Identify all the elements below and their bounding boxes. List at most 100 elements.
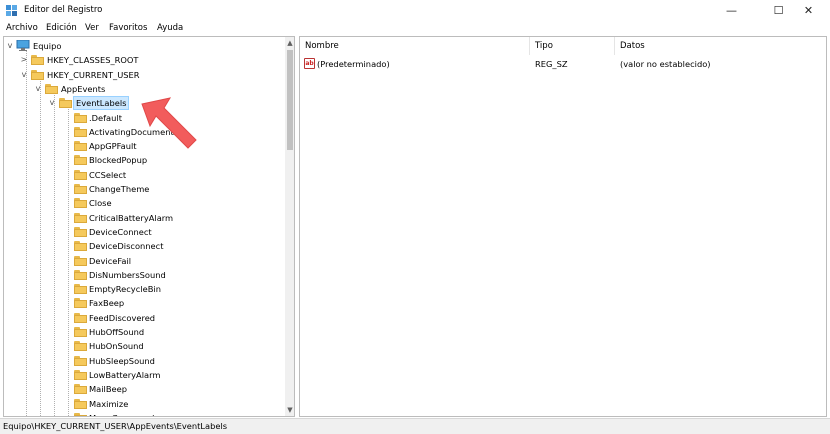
title-bar: Editor del Registro — ☐ ✕ [0, 0, 830, 22]
folder-icon [74, 184, 87, 194]
tree-label: ChangeTheme [89, 184, 150, 194]
tree-item-child[interactable]: FaxBeep [4, 296, 274, 310]
menu-ayuda[interactable]: Ayuda [157, 23, 183, 33]
tree-label: AppEvents [61, 83, 106, 94]
tree-item-child[interactable]: CCSelect [4, 168, 274, 182]
tree-label: .Default [89, 112, 122, 123]
tree-label: LowBatteryAlarm [89, 369, 161, 380]
folder-icon [74, 198, 87, 209]
tree-item-hkcu[interactable]: v HKEY_CURRENT_USER [4, 68, 274, 82]
folder-icon [74, 126, 87, 137]
folder-icon [74, 355, 87, 366]
tree-item-child[interactable]: DeviceDisconnect [4, 239, 274, 253]
tree-item-child[interactable]: DeviceConnect [4, 225, 274, 239]
tree-item-child[interactable]: HubOffSound [4, 325, 274, 339]
value-type: REG_SZ [535, 59, 568, 69]
tree-item-child[interactable]: AppGPFault [4, 139, 274, 153]
folder-icon [74, 284, 87, 295]
folder-icon [31, 69, 44, 80]
chevron-right-icon[interactable]: > [20, 53, 28, 67]
folder-icon [59, 98, 72, 109]
tree-item-child[interactable]: EmptyRecycleBin [4, 282, 274, 296]
tree-item-appevents[interactable]: v AppEvents [4, 82, 274, 96]
tree-item-child[interactable]: .Default [4, 111, 274, 125]
folder-icon [74, 398, 87, 409]
tree-item-hkcr[interactable]: > HKEY_CLASSES_ROOT [4, 53, 274, 67]
list-item[interactable]: ab (Predeterminado) REG_SZ (valor no est… [300, 57, 826, 71]
menu-archivo[interactable]: Archivo [6, 23, 38, 33]
tree-label: Maximize [89, 398, 129, 409]
tree-item-eventlabels[interactable]: v EventLabels [4, 96, 274, 111]
tree-label: EmptyRecycleBin [89, 284, 161, 295]
tree-item-child[interactable]: Maximize [4, 397, 274, 411]
tree-label: DeviceFail [89, 255, 132, 266]
tree-label: Close [89, 198, 112, 209]
menu-favoritos[interactable]: Favoritos [109, 23, 147, 33]
chevron-down-icon[interactable]: v [20, 68, 28, 82]
tree-item-child[interactable]: CriticalBatteryAlarm [4, 211, 274, 225]
folder-icon [74, 212, 87, 223]
tree-scrollbar[interactable]: ▲ ▼ [285, 37, 294, 416]
tree-item-child[interactable]: MailBeep [4, 382, 274, 396]
tree-item-child[interactable]: BlockedPopup [4, 153, 274, 167]
scroll-thumb[interactable] [287, 50, 293, 150]
column-header-tipo[interactable]: Tipo [530, 37, 615, 55]
tree-label: FaxBeep [89, 298, 125, 309]
folder-icon [74, 384, 87, 395]
close-button[interactable]: ✕ [787, 0, 830, 22]
tree-label: HKEY_CLASSES_ROOT [47, 55, 139, 66]
tree-item-child[interactable]: Close [4, 196, 274, 210]
tree-label: MailBeep [89, 384, 128, 395]
chevron-down-icon[interactable]: v [48, 96, 56, 110]
folder-icon [74, 327, 87, 337]
registry-tree[interactable]: v Equipo > HKEY_CLASSES_ROOT v HKEY_CURR… [3, 36, 295, 417]
scroll-down-icon[interactable]: ▼ [285, 404, 294, 416]
window-title: Editor del Registro [24, 5, 103, 15]
values-list[interactable]: Nombre Tipo Datos ab (Predeterminado) RE… [299, 36, 827, 417]
tree-label: MenuCommand [89, 411, 154, 416]
tree-item-child[interactable]: MenuCommand [4, 411, 274, 416]
chevron-down-icon[interactable]: v [34, 82, 42, 96]
chevron-down-icon[interactable]: v [6, 39, 14, 53]
tree-item-child[interactable]: ChangeTheme [4, 182, 274, 196]
folder-icon [74, 369, 87, 380]
scroll-up-icon[interactable]: ▲ [285, 37, 294, 49]
tree-label: CriticalBatteryAlarm [89, 212, 174, 223]
tree-item-child[interactable]: ActivatingDocument [4, 125, 274, 139]
value-data: (valor no establecido) [620, 59, 711, 69]
tree-label: Equipo [33, 41, 62, 51]
tree-label: BlockedPopup [89, 155, 148, 166]
folder-icon [31, 55, 44, 66]
folder-icon [74, 269, 87, 280]
folder-icon [74, 112, 87, 123]
folder-icon [74, 255, 87, 266]
folder-icon [74, 155, 87, 166]
tree-item-child[interactable]: DeviceFail [4, 254, 274, 268]
tree-item-child[interactable]: HubOnSound [4, 339, 274, 353]
folder-icon [74, 412, 87, 416]
status-path: Equipo\HKEY_CURRENT_USER\AppEvents\Event… [3, 421, 228, 431]
tree-item-child[interactable]: HubSleepSound [4, 354, 274, 368]
tree-item-child[interactable]: FeedDiscovered [4, 311, 274, 325]
tree-label: HubSleepSound [89, 355, 155, 366]
folder-icon [74, 141, 87, 152]
minimize-button[interactable]: — [709, 0, 754, 22]
menu-edicion[interactable]: Edición [46, 23, 77, 33]
tree-item-child[interactable]: DisNumbersSound [4, 268, 274, 282]
tree-label: HubOffSound [89, 327, 145, 337]
value-name: (Predeterminado) [317, 59, 390, 69]
column-header-nombre[interactable]: Nombre [300, 37, 530, 55]
tree-label: HubOnSound [89, 341, 144, 352]
folder-icon [45, 83, 58, 94]
folder-icon [74, 241, 87, 252]
menu-ver[interactable]: Ver [85, 23, 99, 33]
tree-item-equipo[interactable]: v Equipo [4, 39, 274, 53]
folder-icon [74, 226, 87, 237]
tree-item-child[interactable]: LowBatteryAlarm [4, 368, 274, 382]
regedit-icon [6, 5, 17, 16]
tree-label: FeedDiscovered [89, 312, 156, 323]
folder-icon [74, 169, 87, 180]
folder-icon [74, 312, 87, 323]
tree-label: DisNumbersSound [89, 269, 166, 280]
column-header-datos[interactable]: Datos [615, 37, 826, 55]
